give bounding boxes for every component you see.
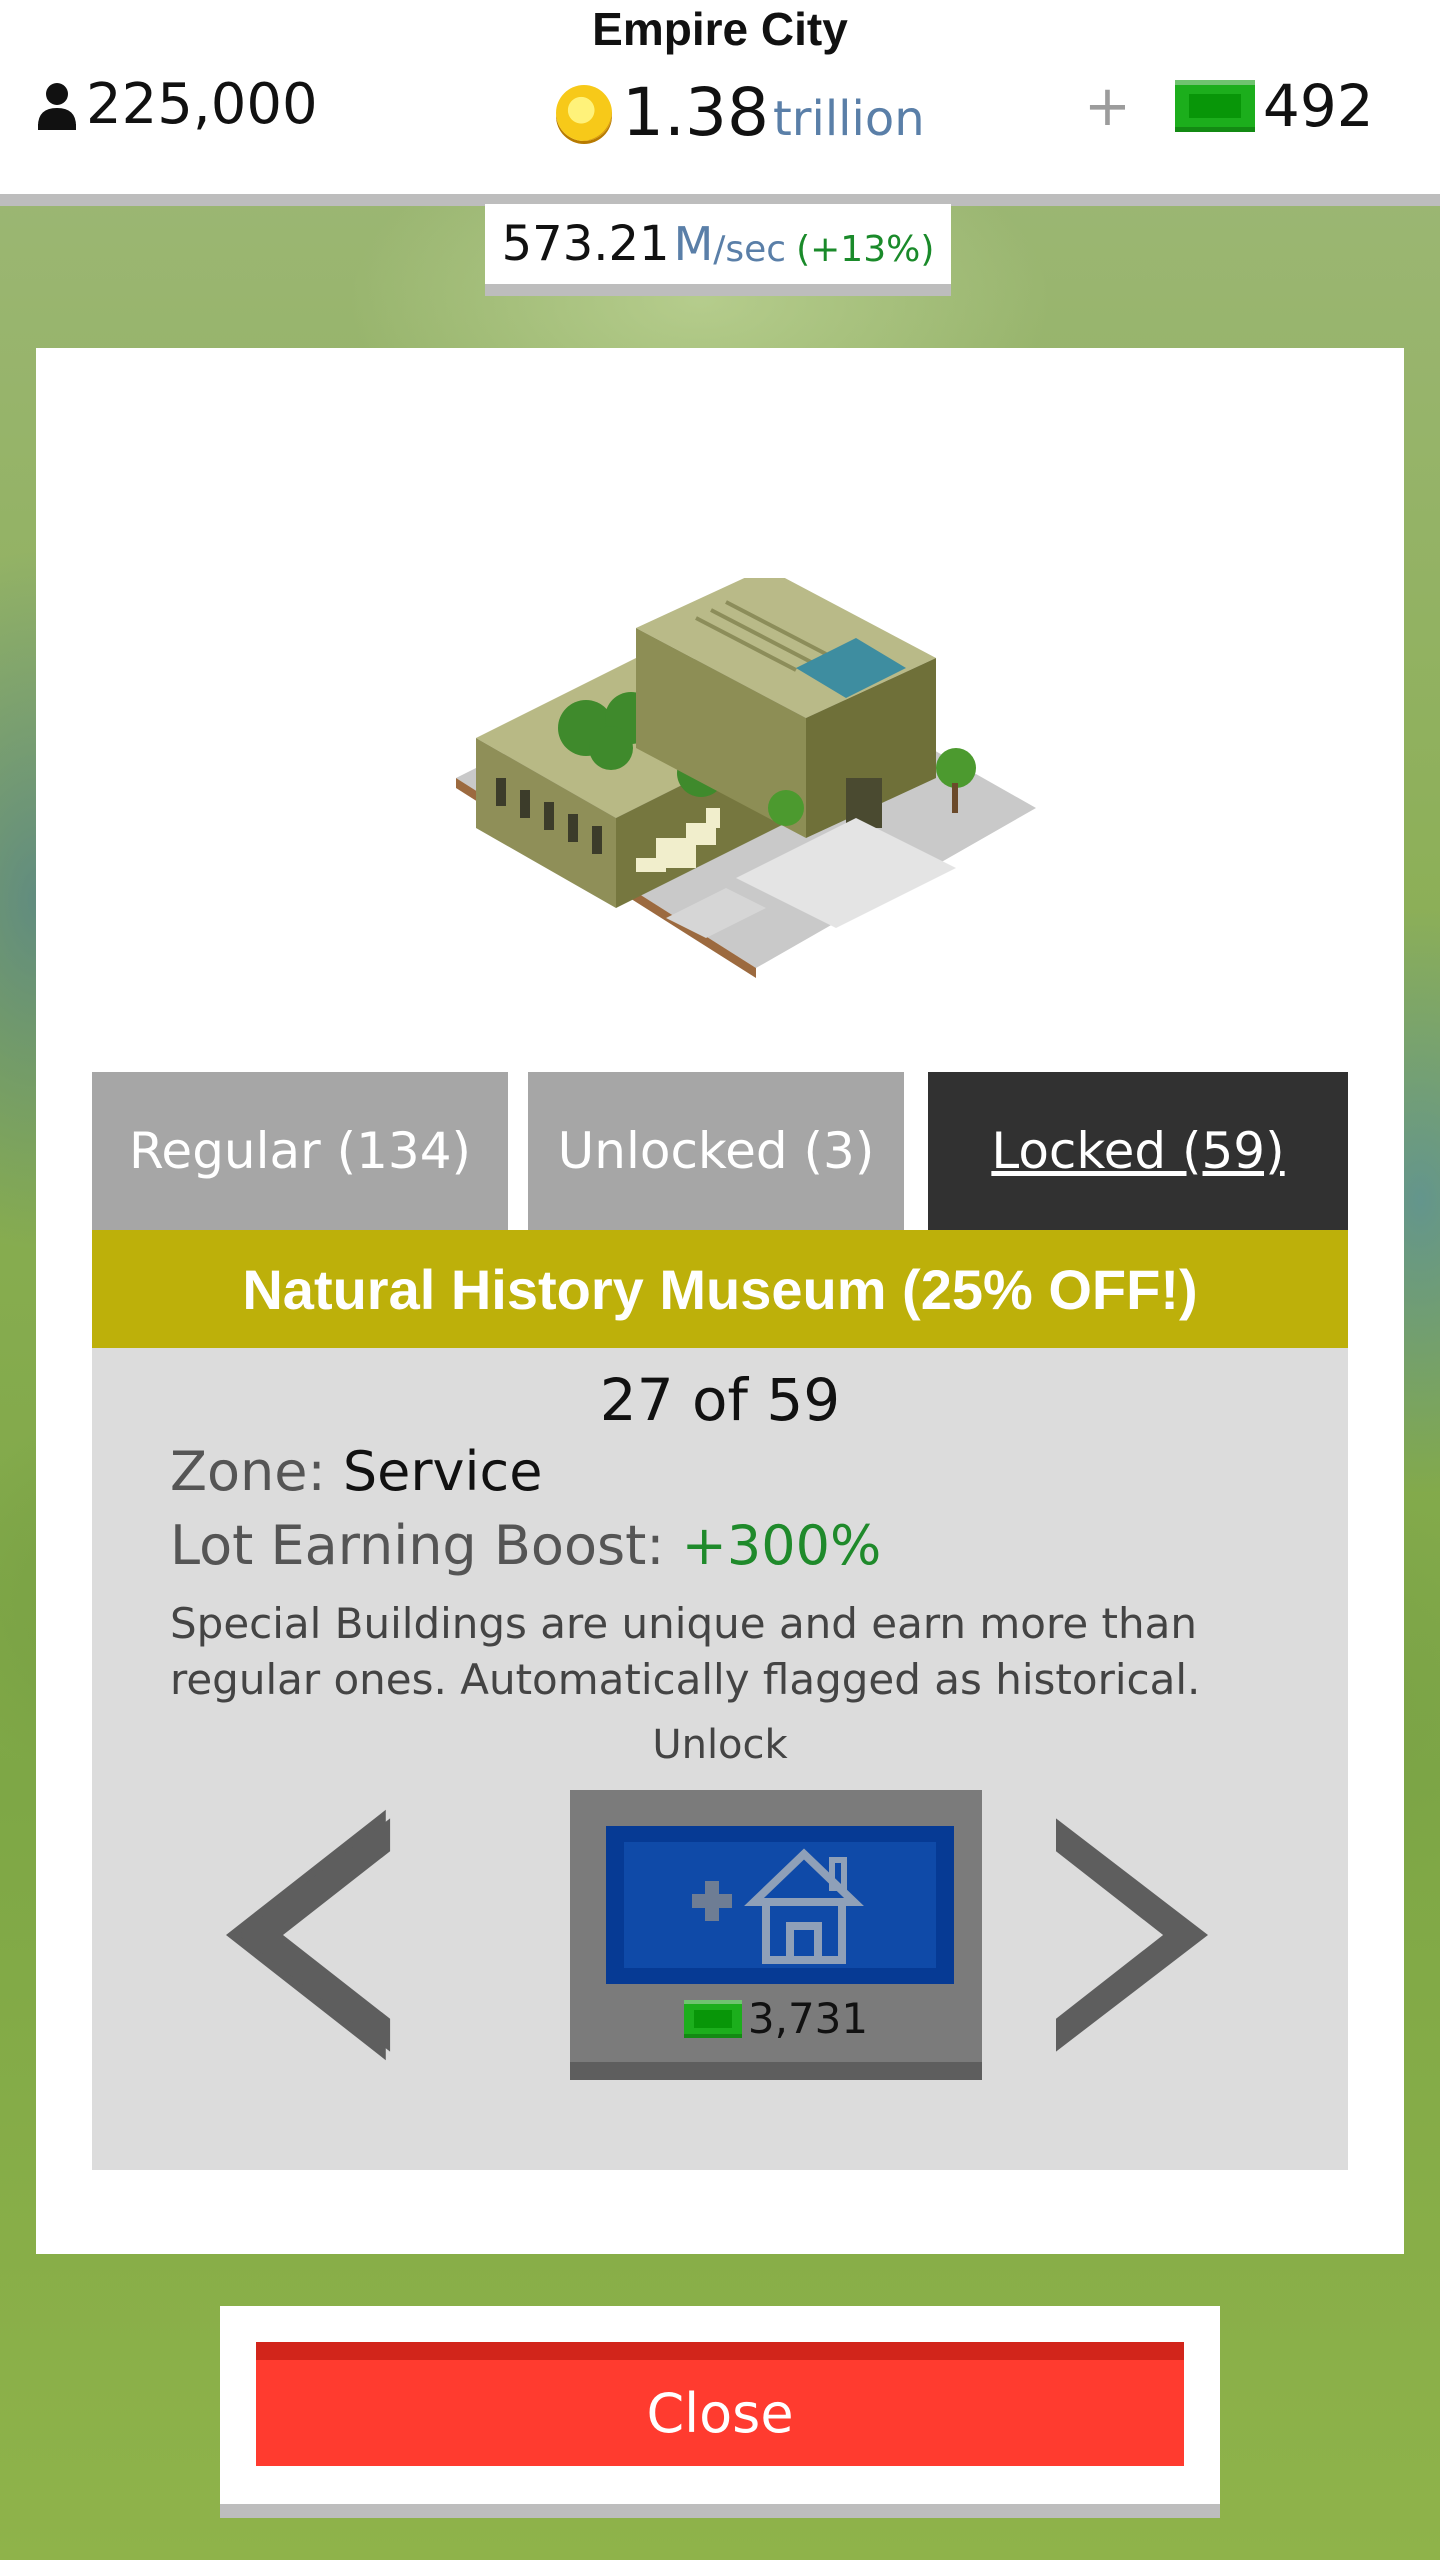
money-value: 1.38 bbox=[622, 74, 769, 151]
money-unit: trillion bbox=[772, 90, 925, 147]
top-bar: Empire City 225,000 1.38 trillion + 492 bbox=[0, 0, 1440, 206]
zone-label: Zone: bbox=[170, 1440, 326, 1503]
building-counter: 27 of 59 bbox=[599, 1366, 841, 1434]
unlock-label: Unlock bbox=[652, 1722, 788, 1768]
zone-value: Service bbox=[342, 1440, 543, 1503]
rate-value: 573.21 bbox=[501, 216, 670, 272]
boost-label: Lot Earning Boost: bbox=[170, 1514, 665, 1577]
boost-value: +300% bbox=[681, 1514, 882, 1577]
gems-value: 492 bbox=[1262, 72, 1374, 140]
coin-icon bbox=[556, 84, 612, 141]
close-button-frame: Close bbox=[220, 2306, 1220, 2518]
close-button[interactable]: Close bbox=[256, 2342, 1184, 2466]
money-stat: 1.38 trillion bbox=[556, 74, 925, 151]
previous-arrow-icon[interactable] bbox=[226, 1790, 416, 2080]
unlock-button-face[interactable] bbox=[606, 1826, 954, 1984]
building-description: Special Buildings are unique and earn mo… bbox=[170, 1599, 1201, 1704]
tab-locked[interactable]: Locked (59) bbox=[928, 1072, 1348, 1230]
rate-per: /sec bbox=[713, 228, 787, 270]
unlock-cost-value: 3,731 bbox=[747, 1994, 869, 2043]
income-rate: 573.21 M /sec (+13%) bbox=[485, 204, 951, 296]
cash-icon bbox=[683, 1999, 742, 2038]
city-name: Empire City bbox=[592, 3, 848, 55]
tab-regular[interactable]: Regular (134) bbox=[92, 1072, 508, 1230]
cash-icon bbox=[1174, 80, 1255, 132]
tab-unlocked[interactable]: Unlocked (3) bbox=[528, 1072, 904, 1230]
building-title: Natural History Museum (25% OFF!) bbox=[92, 1230, 1348, 1348]
rate-unit: M bbox=[673, 217, 714, 271]
population-stat: 225,000 bbox=[36, 72, 318, 137]
zone-line: Zone: Service bbox=[170, 1440, 542, 1503]
gems-stat[interactable]: + 492 bbox=[1084, 72, 1374, 140]
plus-house-icon bbox=[692, 1848, 864, 1964]
unlock-cost: 3,731 bbox=[570, 1994, 982, 2043]
rate-percent: (+13%) bbox=[796, 228, 935, 270]
unlock-button-inset bbox=[624, 1842, 936, 1968]
person-icon bbox=[38, 82, 76, 130]
museum-building-image bbox=[456, 578, 1036, 978]
boost-line: Lot Earning Boost: +300% bbox=[170, 1514, 881, 1577]
population-value: 225,000 bbox=[86, 72, 318, 137]
add-gems-icon[interactable]: + bbox=[1084, 74, 1131, 139]
next-arrow-icon[interactable] bbox=[1056, 1790, 1246, 2080]
unlock-button[interactable]: 3,731 bbox=[570, 1790, 982, 2080]
